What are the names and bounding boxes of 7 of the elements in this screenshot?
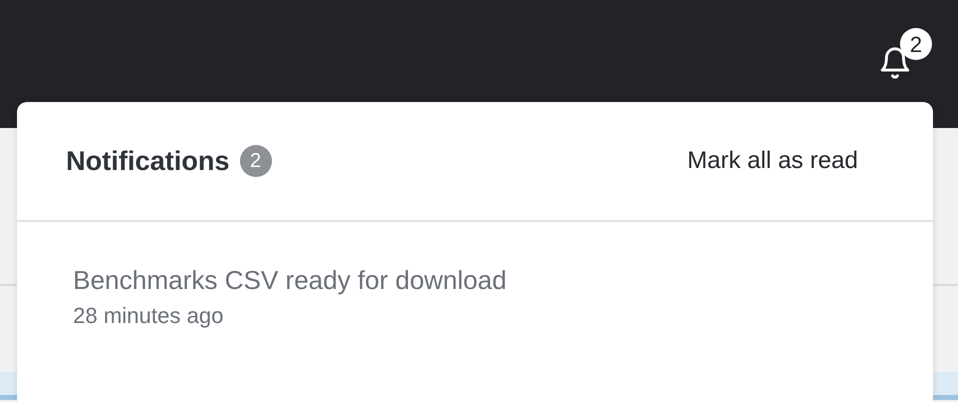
notification-count-badge: 2 <box>900 28 932 60</box>
panel-title: Notifications <box>66 144 230 178</box>
notification-item[interactable]: Benchmarks CSV ready for download 28 minutes ago <box>17 222 933 332</box>
notification-title: Benchmarks CSV ready for download <box>73 264 507 297</box>
mark-all-read-button[interactable]: Mark all as read <box>687 143 858 179</box>
notification-time: 28 minutes ago <box>73 302 224 330</box>
count-badge: 2 <box>240 145 272 177</box>
